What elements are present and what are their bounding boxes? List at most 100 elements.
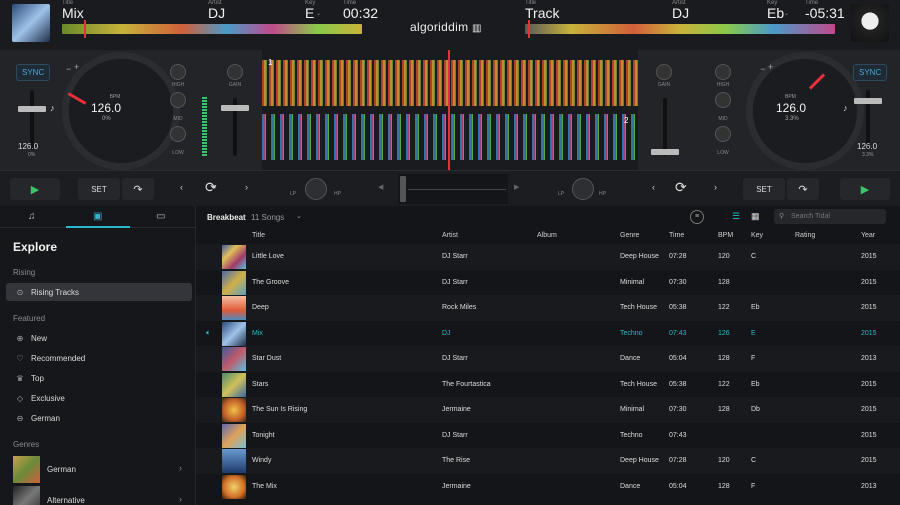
right-channel-fader-cap[interactable] <box>651 149 679 155</box>
cell-bpm: 126 <box>718 329 730 337</box>
cell-bpm: 122 <box>718 304 730 311</box>
column-rating[interactable]: Rating <box>795 232 815 239</box>
right-high-knob[interactable] <box>715 64 731 80</box>
right-loop-next-icon[interactable]: › <box>714 182 717 192</box>
left-key-chevron-icon[interactable]: ⌄ <box>316 10 321 17</box>
track-browser: Breakbeat 11 Songs ⌄ ≡ ☰ ▦ ⚲ Search Tida… <box>196 206 900 505</box>
left-high-knob[interactable] <box>170 64 186 80</box>
left-tempo[interactable]: 126.0 <box>18 142 38 151</box>
right-tempo[interactable]: 126.0 <box>857 142 877 151</box>
tab-playlists-icon[interactable]: ♫ <box>28 211 36 222</box>
right-key-chevron-icon[interactable]: ⌄ <box>784 10 789 17</box>
right-play-button[interactable]: ▶ <box>840 178 890 200</box>
right-channel-fader[interactable] <box>663 98 667 156</box>
waveform-panel[interactable]: 1 2 <box>262 50 638 170</box>
sidebar-item-rising-tracks[interactable]: ⊙ Rising Tracks <box>6 283 192 301</box>
left-jump-icon[interactable]: ↷ <box>122 178 154 200</box>
right-pitch-fader-cap[interactable] <box>854 98 882 104</box>
column-title[interactable]: Title <box>252 232 265 239</box>
song-count[interactable]: 11 Songs <box>251 213 284 222</box>
crossfader[interactable] <box>398 174 508 204</box>
right-overview-waveform[interactable] <box>525 24 835 34</box>
sidebar-item-german[interactable]: ⊖ German <box>6 409 192 427</box>
column-year[interactable]: Year <box>861 232 875 239</box>
left-overview-waveform[interactable] <box>62 24 362 34</box>
genre-item-german[interactable]: German › <box>13 456 189 483</box>
sidebar-item-exclusive[interactable]: ◇ Exclusive <box>6 389 192 407</box>
track-artwork <box>222 296 246 320</box>
cell-year: 2015 <box>861 406 877 413</box>
count-chevron-icon[interactable]: ⌄ <box>296 212 302 220</box>
left-sync-button[interactable]: SYNC <box>16 64 51 81</box>
right-filter-knob[interactable] <box>572 178 594 200</box>
grid-view-icon[interactable]: ▦ <box>751 211 760 222</box>
crossfader-left-icon[interactable]: ◀ <box>378 183 383 191</box>
cell-year: 2015 <box>861 304 877 311</box>
left-gain-knob[interactable] <box>227 64 243 80</box>
left-play-button[interactable]: ▶ <box>10 178 60 200</box>
right-set-button[interactable]: SET <box>743 178 785 200</box>
right-pitch-minus-icon[interactable]: − <box>760 64 765 74</box>
table-row[interactable]: The Sun Is Rising Jermaine Minimal 07:30 128… <box>196 397 900 423</box>
deck-1-waveform[interactable] <box>262 60 638 106</box>
table-row[interactable]: Windy The Rise Deep House 07:28 120 C 2015 <box>196 448 900 474</box>
right-filter-lp-label: LP <box>558 191 565 197</box>
sidebar-item-new[interactable]: ⊕ New <box>6 329 192 347</box>
table-row[interactable]: The Groove DJ Starr Minimal 07:30 128 2015 <box>196 270 900 296</box>
column-key[interactable]: Key <box>751 232 763 239</box>
left-channel-fader-cap[interactable] <box>221 105 249 111</box>
deck-2-waveform[interactable] <box>262 114 638 160</box>
sidebar-item-recommended[interactable]: ♡ Recommended <box>6 349 192 367</box>
cell-time: 05:38 <box>669 380 687 388</box>
tab-explore-icon[interactable]: ▣ <box>93 211 102 222</box>
sidebar-item-top[interactable]: ♛ Top <box>6 369 192 387</box>
table-row[interactable]: The Mix Jermaine Dance 05:04 128 F 2013 <box>196 474 900 500</box>
column-album[interactable]: Album <box>537 232 557 239</box>
tab-video-icon[interactable]: ▭ <box>156 211 165 222</box>
table-row[interactable]: 🔈︎ Mix DJ Techno 07:43 126 E 2015 <box>196 321 900 347</box>
left-filter-knob[interactable] <box>305 178 327 200</box>
right-pitch-plus-icon[interactable]: + <box>768 62 773 72</box>
trophy-icon: ♛ <box>16 373 24 383</box>
right-artist: DJ <box>672 5 690 21</box>
column-genre[interactable]: Genre <box>620 232 639 239</box>
table-row[interactable]: Little Love DJ Starr Deep House 07:28 120 C 20… <box>196 244 900 270</box>
genre-item-alternative[interactable]: Alternative › <box>13 486 189 505</box>
right-mid-knob[interactable] <box>715 92 731 108</box>
track-artwork <box>222 372 246 397</box>
right-low-knob[interactable] <box>715 126 731 142</box>
left-set-button[interactable]: SET <box>78 178 120 200</box>
top-bar: Title Mix Artist DJ Key E ⌄ Time 00:32 a… <box>0 0 900 50</box>
left-mid-label: MID <box>173 116 183 122</box>
left-low-knob[interactable] <box>170 126 186 142</box>
crossfader-cap[interactable] <box>400 176 406 202</box>
right-note-icon[interactable]: ♪ <box>843 103 848 113</box>
filter-icon[interactable]: ≡ <box>690 210 704 224</box>
right-gain-knob[interactable] <box>656 64 672 80</box>
column-bpm[interactable]: BPM <box>718 232 733 239</box>
cell-year: 2015 <box>861 253 877 260</box>
left-pitch-fader[interactable] <box>30 90 34 150</box>
right-jump-icon[interactable]: ↷ <box>787 178 819 200</box>
left-mid-knob[interactable] <box>170 92 186 108</box>
table-row[interactable]: Stars The Fourtastica Tech House 05:38 122 Eb… <box>196 372 900 398</box>
left-loop-next-icon[interactable]: › <box>245 182 248 192</box>
right-loop-prev-icon[interactable]: ‹ <box>652 182 655 192</box>
left-key[interactable]: E <box>305 5 314 21</box>
column-time[interactable]: Time <box>669 232 684 239</box>
table-row[interactable]: Star Dust DJ Starr Dance 05:04 128 F 2013 <box>196 346 900 372</box>
right-loop-icon[interactable]: ⟳ <box>675 179 687 196</box>
column-artist[interactable]: Artist <box>442 232 458 239</box>
left-pitch-fader-cap[interactable] <box>18 106 46 112</box>
right-key[interactable]: Eb <box>767 5 784 21</box>
right-sync-button[interactable]: SYNC <box>853 64 888 81</box>
table-row[interactable]: Deep Rock Miles Tech House 05:38 122 Eb 2015 <box>196 295 900 321</box>
left-loop-prev-icon[interactable]: ‹ <box>180 182 183 192</box>
left-note-icon[interactable]: ♪ <box>50 103 55 113</box>
search-input[interactable]: ⚲ Search Tidal <box>774 209 886 224</box>
table-row[interactable]: Tonight DJ Starr Techno 07:43 2015 <box>196 423 900 449</box>
left-pitch-minus-icon[interactable]: − <box>66 64 71 74</box>
list-view-icon[interactable]: ☰ <box>732 211 740 222</box>
tab-explore[interactable]: ▣ <box>66 206 130 228</box>
crossfader-right-icon[interactable]: ▶ <box>514 183 519 191</box>
